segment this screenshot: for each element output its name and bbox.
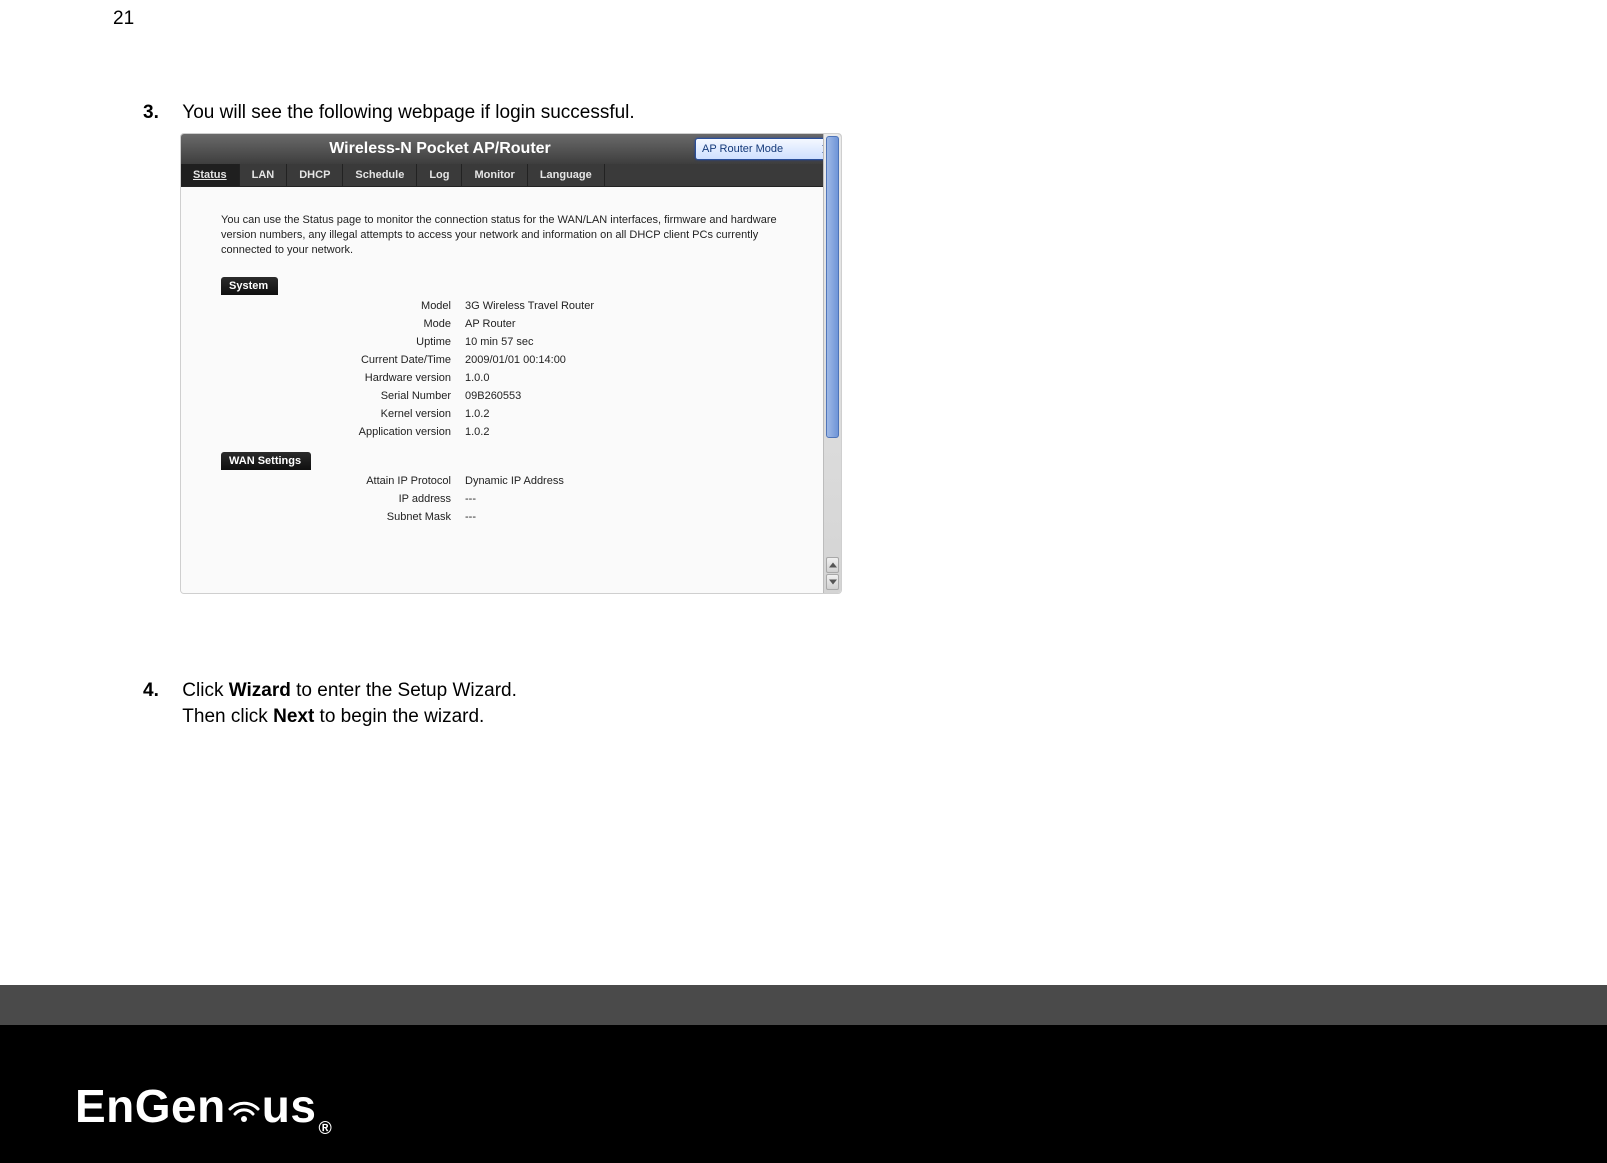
kv-value: 1.0.2	[465, 405, 781, 423]
table-row: Uptime10 min 57 sec	[221, 333, 781, 351]
kv-key: Model	[221, 297, 465, 315]
step-3-text: You will see the following webpage if lo…	[182, 100, 634, 126]
kv-value: AP Router	[465, 315, 781, 333]
kv-key: Mode	[221, 315, 465, 333]
tab-monitor[interactable]: Monitor	[462, 164, 527, 186]
kv-key: Current Date/Time	[221, 351, 465, 369]
router-screenshot: Wireless-N Pocket AP/Router AP Router Mo…	[180, 133, 842, 594]
screenshot-title: Wireless-N Pocket AP/Router	[185, 140, 695, 158]
kv-value: Dynamic IP Address	[465, 472, 781, 490]
scroll-down-button[interactable]	[826, 574, 839, 590]
tab-log[interactable]: Log	[417, 164, 462, 186]
scrollbar[interactable]	[823, 134, 841, 593]
kv-key: Application version	[221, 423, 465, 441]
table-row: ModeAP Router	[221, 315, 781, 333]
kv-key: IP address	[221, 490, 465, 508]
kv-key: Attain IP Protocol	[221, 472, 465, 490]
kv-value: 1.0.2	[465, 423, 781, 441]
mode-select-value: AP Router Mode	[702, 143, 783, 155]
kv-value: 2009/01/01 00:14:00	[465, 351, 781, 369]
tab-schedule[interactable]: Schedule	[343, 164, 417, 186]
logo-text-post: us	[262, 1079, 317, 1133]
kv-table: Attain IP ProtocolDynamic IP AddressIP a…	[221, 472, 781, 526]
logo-text-pre: EnGen	[75, 1079, 226, 1133]
registered-mark: ®	[318, 1118, 332, 1139]
table-row: Hardware version1.0.0	[221, 369, 781, 387]
tab-lan[interactable]: LAN	[240, 164, 288, 186]
tab-language[interactable]: Language	[528, 164, 605, 186]
step-3-number: 3.	[143, 100, 177, 126]
section-header: System	[221, 277, 278, 295]
kv-value: 1.0.0	[465, 369, 781, 387]
kv-value: ---	[465, 508, 781, 526]
table-row: Model3G Wireless Travel Router	[221, 297, 781, 315]
kv-key: Kernel version	[221, 405, 465, 423]
kv-key: Hardware version	[221, 369, 465, 387]
step-4-line2-pre: Then click	[182, 706, 273, 727]
tab-dhcp[interactable]: DHCP	[287, 164, 343, 186]
scroll-up-button[interactable]	[826, 557, 839, 573]
step-4-line2-post: to begin the wizard.	[314, 706, 484, 727]
step-4-number: 4.	[143, 678, 177, 704]
step-4-line1-post: to enter the Setup Wizard.	[291, 680, 517, 701]
table-row: Kernel version1.0.2	[221, 405, 781, 423]
kv-value: 3G Wireless Travel Router	[465, 297, 781, 315]
section-header: WAN Settings	[221, 452, 311, 470]
table-row: Current Date/Time2009/01/01 00:14:00	[221, 351, 781, 369]
kv-value: 10 min 57 sec	[465, 333, 781, 351]
kv-table: Model3G Wireless Travel RouterModeAP Rou…	[221, 297, 781, 441]
kv-value: ---	[465, 490, 781, 508]
step-4: 4. Click Wizard to enter the Setup Wizar…	[143, 678, 517, 730]
kv-key: Serial Number	[221, 387, 465, 405]
tab-status[interactable]: Status	[181, 164, 240, 186]
step-4-line1-pre: Click	[182, 680, 228, 701]
step-3: 3. You will see the following webpage if…	[143, 100, 635, 126]
step-4-wizard-bold: Wizard	[229, 680, 291, 701]
tab-bar: StatusLANDHCPScheduleLogMonitorLanguage	[181, 164, 841, 187]
kv-key: Subnet Mask	[221, 508, 465, 526]
table-row: Application version1.0.2	[221, 423, 781, 441]
mode-select[interactable]: AP Router Mode	[695, 138, 837, 160]
page-number: 21	[113, 8, 134, 30]
table-row: Subnet Mask---	[221, 508, 781, 526]
step-4-next-bold: Next	[273, 706, 314, 727]
engenius-logo: EnGen us ®	[75, 1079, 330, 1133]
table-row: Serial Number09B260553	[221, 387, 781, 405]
scrollbar-thumb[interactable]	[826, 136, 839, 438]
screenshot-body: You can use the Status page to monitor t…	[181, 187, 841, 594]
footer: EnGen us ®	[0, 985, 1607, 1163]
table-row: Attain IP ProtocolDynamic IP Address	[221, 472, 781, 490]
table-row: IP address---	[221, 490, 781, 508]
kv-key: Uptime	[221, 333, 465, 351]
kv-value: 09B260553	[465, 387, 781, 405]
screenshot-titlebar: Wireless-N Pocket AP/Router AP Router Mo…	[181, 134, 841, 164]
wifi-icon	[224, 1083, 264, 1129]
status-intro-text: You can use the Status page to monitor t…	[221, 213, 801, 258]
